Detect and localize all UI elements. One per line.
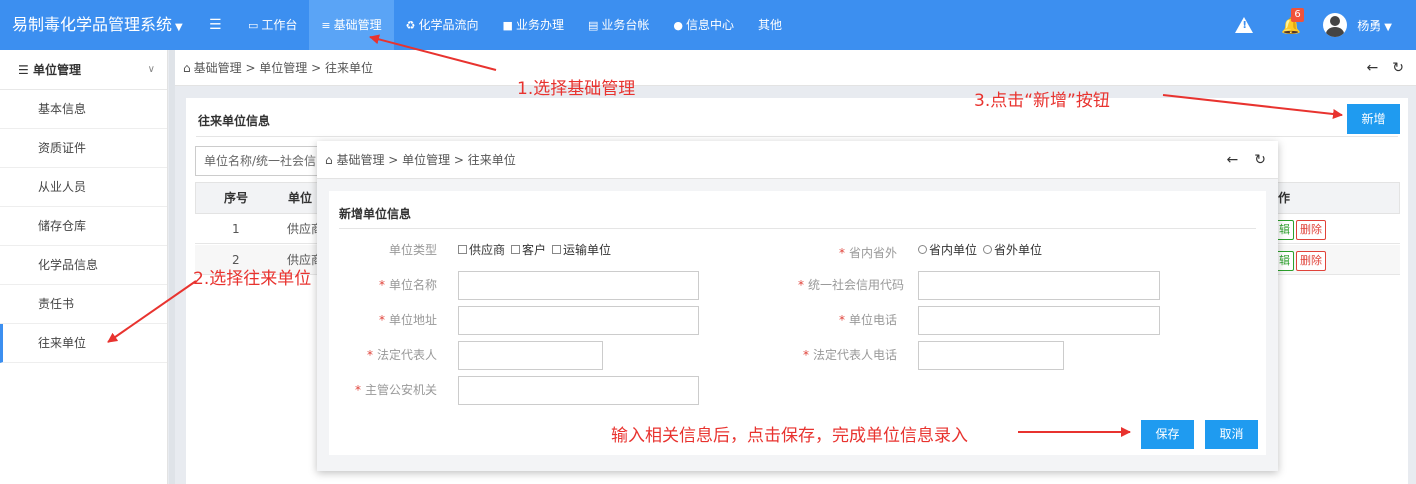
unit-phone-label: * 单位电话 xyxy=(838,313,897,327)
row-index: 1 xyxy=(232,222,240,236)
annotation-step4: 输入相关信息后，点击保存，完成单位信息录入 xyxy=(611,426,968,446)
form-title: 新增单位信息 xyxy=(339,207,412,221)
refresh-icon[interactable]: ↻ xyxy=(1254,152,1266,168)
top-right-tools: ! 🔔 6 杨勇 ▼ xyxy=(1235,0,1392,50)
annotation-step3: 3.点击“新增”按钮 xyxy=(974,91,1110,111)
add-button[interactable]: 新增 xyxy=(1347,104,1400,134)
unit-type-label: 单位类型 xyxy=(388,243,437,257)
annotation-step1: 1.选择基础管理 xyxy=(517,79,636,99)
recycle-icon: ♻ xyxy=(405,19,416,32)
annotation-step2: 2.选择往来单位 xyxy=(193,269,312,289)
unit-address-input[interactable] xyxy=(458,306,699,335)
credit-code-input[interactable] xyxy=(918,271,1160,300)
chevron-down-icon: ∨ xyxy=(147,64,155,75)
menu-toggle-icon[interactable]: ☰ xyxy=(209,0,222,50)
column-index: 序号 xyxy=(224,191,249,205)
sidebar-item-staff[interactable]: 从业人员 xyxy=(0,168,167,207)
checkbox-transport[interactable]: 运输单位 xyxy=(552,241,611,258)
delete-button[interactable]: 删除 xyxy=(1296,251,1326,271)
modal-tools: ← ↻ xyxy=(1211,141,1266,179)
modal-breadcrumb: ⌂ 基础管理 > 单位管理 > 往来单位 xyxy=(325,153,516,167)
nav-item-basic-management[interactable]: ≡ 基础管理 xyxy=(309,0,394,50)
home-icon: ⌂ xyxy=(183,61,191,75)
checkbox-supplier[interactable]: 供应商 xyxy=(458,241,505,258)
refresh-icon[interactable]: ↻ xyxy=(1392,60,1404,76)
unit-name-label: * 单位名称 xyxy=(378,278,437,292)
main-nav: ▭ 工作台 ≡ 基础管理 ♻ 化学品流向 ■ 业务办理 ▤ 业务台帐 ● 信息中心 其他 xyxy=(236,0,794,50)
save-button[interactable]: 保存 xyxy=(1141,420,1194,449)
sidebar-item-partner-units[interactable]: 往来单位 xyxy=(0,324,167,363)
info-icon: ● xyxy=(673,19,683,32)
unit-phone-input[interactable] xyxy=(918,306,1160,335)
notification-badge: 6 xyxy=(1291,7,1304,22)
home-icon: ⌂ xyxy=(325,153,337,167)
column-unit: 单位 xyxy=(288,191,313,205)
legal-rep-label: * 法定代表人 xyxy=(366,348,437,362)
nav-item-chemical-flow[interactable]: ♻ 化学品流向 xyxy=(394,0,491,50)
sidebar-header[interactable]: ☰ 单位管理 ∨ xyxy=(0,50,167,90)
monitor-icon: ▭ xyxy=(248,19,259,32)
warning-icon[interactable]: ! xyxy=(1235,17,1254,33)
sidebar-item-warehouse[interactable]: 储存仓库 xyxy=(0,207,167,246)
panel-title: 往来单位信息 xyxy=(198,114,271,128)
sidebar-item-responsibility[interactable]: 责任书 xyxy=(0,285,167,324)
sidebar-item-basic-info[interactable]: 基本信息 xyxy=(0,90,167,129)
nav-item-workbench[interactable]: ▭ 工作台 xyxy=(236,0,309,50)
modal-breadcrumb-bar: ⌂ 基础管理 > 单位管理 > 往来单位 ← ↻ xyxy=(317,141,1278,179)
nav-item-business[interactable]: ■ 业务办理 xyxy=(491,0,576,50)
credit-code-label: * 统一社会信用代码 xyxy=(797,278,904,292)
nav-item-other[interactable]: 其他 xyxy=(746,0,794,50)
caret-down-icon: ▼ xyxy=(1384,21,1392,33)
cancel-button[interactable]: 取消 xyxy=(1205,420,1258,449)
app-title[interactable]: 易制毒化学品管理系统 ▼ xyxy=(12,0,183,50)
nav-item-ledger[interactable]: ▤ 业务台帐 xyxy=(576,0,661,50)
sidebar-item-certificates[interactable]: 资质证件 xyxy=(0,129,167,168)
panel-divider xyxy=(196,136,1398,137)
sidebar-divider[interactable] xyxy=(169,50,175,484)
back-arrow-icon[interactable]: ← xyxy=(1227,152,1239,168)
breadcrumb-tools: ← ↻ xyxy=(1353,50,1404,86)
province-label: * 省内省外 xyxy=(838,246,897,260)
form-divider xyxy=(339,228,1256,229)
top-navbar: 易制毒化学品管理系统 ▼ ☰ ▭ 工作台 ≡ 基础管理 ♻ 化学品流向 ■ 业务办理 ▤ 业… xyxy=(0,0,1416,50)
briefcase-icon: ■ xyxy=(502,19,513,32)
radio-in-province[interactable]: 省内单位 xyxy=(918,241,977,258)
radio-out-province[interactable]: 省外单位 xyxy=(983,241,1042,258)
delete-button[interactable]: 删除 xyxy=(1296,220,1326,240)
sidebar-item-chemical-info[interactable]: 化学品信息 xyxy=(0,246,167,285)
list-icon: ≡ xyxy=(321,19,331,32)
sidebar: ☰ 单位管理 ∨ 基本信息 资质证件 从业人员 储存仓库 化学品信息 责任书 往来… xyxy=(0,50,168,484)
menu-icon: ☰ xyxy=(18,63,33,77)
caret-down-icon: ▼ xyxy=(175,22,183,33)
breadcrumb: ⌂ 基础管理 > 单位管理 > 往来单位 xyxy=(183,61,373,75)
column-actions: 作 xyxy=(1278,191,1291,205)
back-arrow-icon[interactable]: ← xyxy=(1367,60,1379,76)
nav-item-info-center[interactable]: ● 信息中心 xyxy=(661,0,746,50)
user-menu[interactable]: 杨勇 ▼ xyxy=(1357,17,1392,34)
ledger-icon: ▤ xyxy=(587,19,599,32)
bell-icon[interactable]: 🔔 6 xyxy=(1281,7,1304,35)
unit-type-options: 供应商 客户 运输单位 xyxy=(458,241,617,258)
legal-rep-phone-label: * 法定代表人电话 xyxy=(802,348,897,362)
checkbox-customer[interactable]: 客户 xyxy=(511,241,546,258)
legal-rep-phone-input[interactable] xyxy=(918,341,1064,370)
unit-name-input[interactable] xyxy=(458,271,699,300)
police-authority-input[interactable] xyxy=(458,376,699,405)
avatar[interactable] xyxy=(1323,13,1348,37)
add-unit-form: 新增单位信息 单位类型 供应商 客户 运输单位 * 省内省外 省内单位 省外单位 … xyxy=(329,191,1266,455)
province-options: 省内单位 省外单位 xyxy=(918,241,1048,258)
legal-rep-input[interactable] xyxy=(458,341,603,370)
police-authority-label: * 主管公安机关 xyxy=(354,383,437,397)
unit-address-label: * 单位地址 xyxy=(378,313,437,327)
breadcrumb-bar: ⌂ 基础管理 > 单位管理 > 往来单位 ← ↻ xyxy=(175,50,1416,86)
